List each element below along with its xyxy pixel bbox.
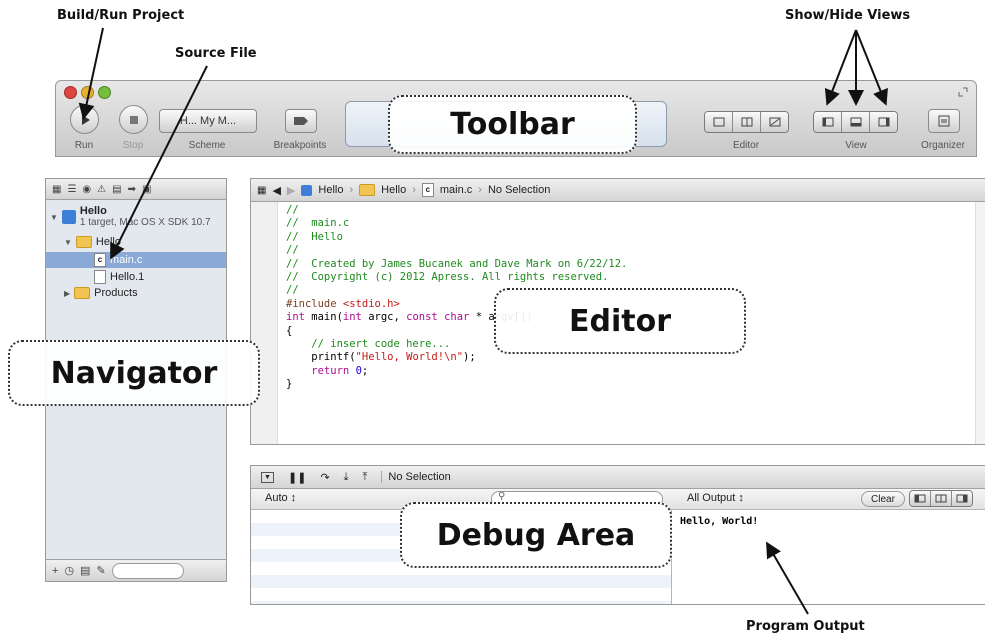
annotation-arrows [78,27,888,615]
arrow-source-file [110,65,208,260]
arrow-program-output [765,541,809,615]
arrow-build-run [78,27,104,120]
arrow-show-view-right [855,29,888,106]
arrow-show-view-left [824,29,857,106]
